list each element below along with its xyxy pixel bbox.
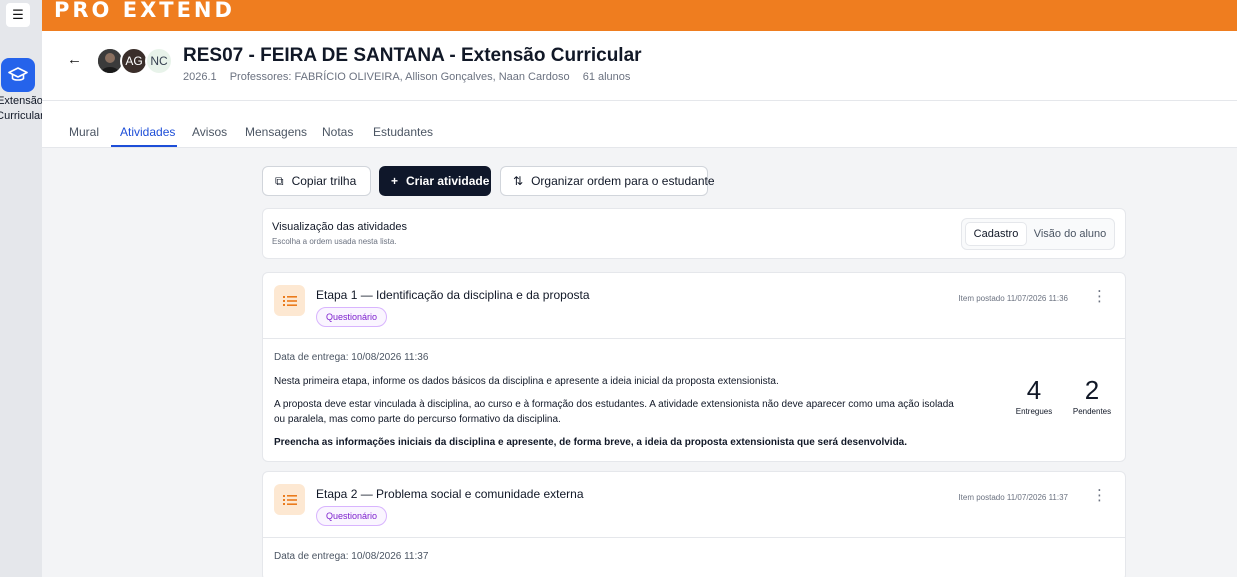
course-header: ← AG NC RES07 - FEIRA DE SANTANA - Exten… (42, 31, 1237, 101)
back-arrow-icon[interactable]: ← (67, 51, 82, 68)
card-divider (263, 537, 1125, 538)
person-photo-icon (98, 49, 122, 73)
plus-icon: + (391, 174, 399, 188)
create-activity-label: Criar atividade (406, 174, 490, 188)
organize-order-label: Organizar ordem para o estudante (531, 174, 715, 188)
hamburger-icon[interactable]: ☰ (6, 3, 30, 27)
avatar-professor-2: AG (120, 47, 148, 75)
page-title: RES07 - FEIRA DE SANTANA - Extensão Curr… (183, 45, 642, 66)
course-professors: Professores: FABRÍCIO OLIVEIRA, Allison … (229, 71, 570, 83)
more-options-icon[interactable]: ⋮ (1092, 488, 1107, 503)
list-icon (274, 484, 305, 515)
tab-atividades[interactable]: Atividades (120, 125, 175, 139)
view-title: Visualização das atividades (272, 221, 407, 233)
top-bar: PRO EXTEND (42, 0, 1237, 31)
activity-type-badge: Questionário (316, 506, 388, 526)
more-options-icon[interactable]: ⋮ (1092, 289, 1107, 304)
pending-count: 2 (1084, 375, 1100, 405)
posted-date: Item postado 11/07/2026 11:36 (958, 294, 1068, 303)
view-toggle: Cadastro Visão do aluno (961, 218, 1115, 250)
pending-stat[interactable]: 2 Pendentes (1069, 373, 1115, 416)
posted-date: Item postado 11/07/2026 11:37 (958, 493, 1068, 502)
activity-card[interactable]: Etapa 2 — Problema social e comunidade e… (262, 471, 1126, 577)
course-term: 2026.1 (183, 71, 217, 83)
view-subtitle: Escolha a ordem usada nesta lista. (272, 237, 397, 246)
view-option-visao-aluno[interactable]: Visão do aluno (1028, 222, 1112, 246)
delivered-stat[interactable]: 4 Entregues (1012, 373, 1056, 416)
tab-notas[interactable]: Notas (322, 125, 353, 139)
organize-order-button[interactable]: ⇅ Organizar ordem para o estudante (500, 166, 715, 196)
active-tab-indicator (111, 145, 177, 147)
course-meta: 2026.1 Professores: FABRÍCIO OLIVEIRA, A… (183, 71, 640, 83)
list-icon (274, 285, 305, 316)
copy-trail-button[interactable]: ⧉ Copiar trilha (262, 166, 371, 196)
activity-title[interactable]: Etapa 2 — Problema social e comunidade e… (316, 487, 584, 501)
rail-app-label[interactable]: Extensão Curricular (0, 94, 46, 124)
rail-app-button[interactable] (1, 58, 35, 92)
sort-arrows-icon: ⇅ (513, 174, 524, 188)
left-rail: ☰ Extensão Curricular (0, 0, 44, 577)
activity-description-2: A proposta deve estar vinculada à discip… (274, 399, 954, 425)
pending-label: Pendentes (1072, 407, 1112, 416)
view-panel: Visualização das atividades Escolha a or… (262, 208, 1126, 259)
copy-icon: ⧉ (275, 173, 284, 188)
brand-logo[interactable]: PRO EXTEND (54, 0, 235, 22)
tab-mensagens[interactable]: Mensagens (245, 125, 307, 139)
activity-type-badge: Questionário (316, 307, 388, 327)
activity-title[interactable]: Etapa 1 — Identificação da disciplina e … (316, 288, 590, 302)
tab-bar: Mural Atividades Avisos Mensagens Notas … (42, 101, 1237, 148)
due-date: Data de entrega: 10/08/2026 11:37 (274, 551, 429, 562)
delivered-count: 4 (1026, 375, 1042, 405)
delivered-label: Entregues (1015, 407, 1053, 416)
due-date: Data de entrega: 10/08/2026 11:36 (274, 352, 429, 363)
copy-trail-label: Copiar trilha (291, 174, 357, 188)
card-divider (263, 338, 1125, 339)
view-option-cadastro[interactable]: Cadastro (965, 222, 1027, 246)
activity-description-1: Nesta primeira etapa, informe os dados b… (274, 376, 779, 387)
create-activity-button[interactable]: + Criar atividade (379, 166, 491, 196)
avatar-professor-3: NC (145, 47, 173, 75)
graduation-cap-icon (8, 67, 28, 81)
course-students: 61 alunos (582, 71, 631, 83)
tab-mural[interactable]: Mural (69, 125, 99, 139)
tab-estudantes[interactable]: Estudantes (373, 125, 433, 139)
tab-avisos[interactable]: Avisos (192, 125, 227, 139)
activity-description-3: Preencha as informações iniciais da disc… (274, 437, 908, 448)
activity-card[interactable]: Etapa 1 — Identificação da disciplina e … (262, 272, 1126, 462)
